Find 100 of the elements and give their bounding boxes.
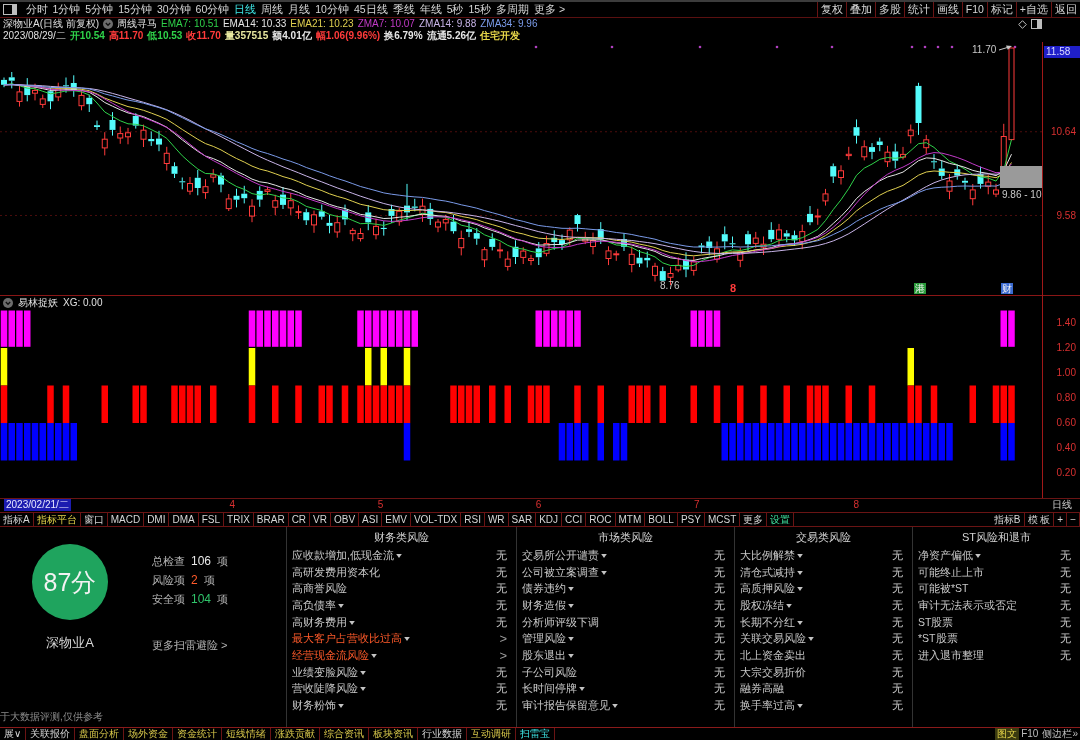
- formula-name[interactable]: 周线寻马: [117, 18, 158, 30]
- caret-icon[interactable]: [601, 553, 607, 558]
- indicator-tab[interactable]: 指标平台: [33, 513, 81, 526]
- risk-item[interactable]: 审计无法表示或否定: [918, 598, 1017, 612]
- bottom-tab[interactable]: 资金统计: [173, 728, 223, 740]
- more-link[interactable]: 更多扫雷避险 >: [152, 638, 228, 653]
- risk-item[interactable]: 高财务费用: [292, 615, 347, 629]
- period-tab[interactable]: 15分钟: [115, 2, 155, 17]
- bottom-tab[interactable]: 关联报价: [26, 728, 76, 740]
- bottom-tab[interactable]: 扫雷宝: [516, 728, 556, 740]
- period-tab[interactable]: 多周期: [493, 2, 532, 17]
- caret-icon[interactable]: [338, 603, 344, 608]
- caret-icon[interactable]: [612, 704, 618, 709]
- bottom-tab[interactable]: 展∨: [0, 728, 27, 740]
- risk-item[interactable]: 可能终止上市: [918, 565, 984, 579]
- bottom-tab[interactable]: 盘面分析: [75, 728, 125, 740]
- panel-icon[interactable]: [3, 4, 17, 15]
- risk-item[interactable]: 长时间停牌: [522, 682, 577, 696]
- bottom-tab[interactable]: 场外资金: [124, 728, 174, 740]
- panel-button[interactable]: F10: [1019, 728, 1041, 740]
- caret-icon[interactable]: [371, 653, 377, 658]
- risk-item[interactable]: 业绩变脸风险: [292, 665, 358, 679]
- caret-icon[interactable]: [797, 570, 803, 575]
- risk-item[interactable]: 高负债率: [292, 598, 336, 612]
- panel-button[interactable]: 模 板: [1024, 513, 1055, 526]
- panel-button[interactable]: 图文: [995, 728, 1020, 740]
- risk-item[interactable]: 股权冻结: [740, 598, 784, 612]
- caret-icon[interactable]: [568, 587, 574, 592]
- risk-item[interactable]: 经营现金流风险: [292, 648, 369, 662]
- indicator-tab[interactable]: 指标A: [0, 513, 34, 526]
- indicator-tab[interactable]: KDJ: [536, 513, 563, 526]
- risk-item[interactable]: 换手率过高: [740, 699, 795, 713]
- diamond-icon[interactable]: [1018, 19, 1027, 29]
- caret-icon[interactable]: [797, 704, 803, 709]
- caret-icon[interactable]: [360, 670, 366, 675]
- risk-item[interactable]: 可能被*ST: [918, 582, 969, 596]
- indicator-tab[interactable]: MTM: [615, 513, 646, 526]
- bottom-tab[interactable]: 综合资讯: [320, 728, 370, 740]
- caret-icon[interactable]: [395, 553, 402, 558]
- risk-item[interactable]: 关联交易风险: [740, 632, 806, 646]
- indicator-tab[interactable]: SAR: [508, 513, 537, 526]
- risk-item[interactable]: 股东退出: [522, 648, 566, 662]
- event-mark[interactable]: 财: [1001, 283, 1013, 294]
- caret-icon[interactable]: [808, 637, 814, 642]
- indicator-tab[interactable]: 窗口: [80, 513, 108, 526]
- toolbar-button[interactable]: 返回: [1051, 2, 1080, 17]
- caret-icon[interactable]: [338, 704, 344, 709]
- toolbar-button[interactable]: 画线: [932, 2, 962, 17]
- indicator-tab[interactable]: DMI: [144, 513, 170, 526]
- risk-item[interactable]: 最大客户占营收比过高: [292, 632, 402, 646]
- period-tab[interactable]: 年线: [417, 2, 445, 17]
- indicator-tab[interactable]: ROC: [586, 513, 616, 526]
- risk-item[interactable]: 高商誉风险: [292, 582, 347, 596]
- indicator-tab[interactable]: 设置: [767, 513, 795, 526]
- chevron-circle-icon[interactable]: [3, 297, 13, 308]
- indicator-tab[interactable]: EMV: [382, 513, 411, 526]
- caret-icon[interactable]: [601, 570, 607, 575]
- risk-item[interactable]: 管理风险: [522, 632, 566, 646]
- indicator-tab[interactable]: DMA: [169, 513, 199, 526]
- event-mark[interactable]: 8: [729, 283, 738, 294]
- indicator-tab[interactable]: RSI: [461, 513, 485, 526]
- panel-button[interactable]: 侧边栏»: [1040, 728, 1080, 740]
- panel-icon[interactable]: [1031, 19, 1042, 29]
- risk-item[interactable]: 进入退市整理: [918, 648, 984, 662]
- caret-icon[interactable]: [797, 587, 803, 592]
- caret-icon[interactable]: [404, 637, 410, 642]
- risk-item[interactable]: 子公司风险: [522, 665, 577, 679]
- risk-item[interactable]: *ST股票: [918, 632, 958, 646]
- risk-item[interactable]: 大比例解禁: [740, 548, 795, 562]
- risk-item[interactable]: 营收陡降风险: [292, 682, 358, 696]
- risk-item[interactable]: 财务粉饰: [292, 699, 336, 713]
- period-tab[interactable]: 30分钟: [154, 2, 194, 17]
- period-tab[interactable]: 日线: [231, 2, 259, 17]
- risk-item[interactable]: 清仓式减持: [740, 565, 795, 579]
- caret-icon[interactable]: [349, 620, 355, 625]
- indicator-title[interactable]: 易林捉妖: [18, 297, 58, 308]
- indicator-tab[interactable]: CCI: [562, 513, 587, 526]
- toolbar-button[interactable]: +自选: [1015, 2, 1051, 17]
- indicator-tab[interactable]: PSY: [677, 513, 705, 526]
- bottom-tab[interactable]: 板块资讯: [369, 728, 419, 740]
- caret-icon[interactable]: [975, 553, 981, 558]
- indicator-tab[interactable]: VR: [310, 513, 331, 526]
- risk-item[interactable]: 净资产偏低: [918, 548, 973, 562]
- panel-button[interactable]: −: [1067, 513, 1080, 526]
- toolbar-button[interactable]: 统计: [903, 2, 933, 17]
- period-tab[interactable]: 10分钟: [312, 2, 352, 17]
- indicator-tab[interactable]: WR: [484, 513, 509, 526]
- toolbar-button[interactable]: F10: [961, 2, 987, 17]
- bottom-tab[interactable]: 行业数据: [418, 728, 468, 740]
- toolbar-button[interactable]: 复权: [816, 2, 846, 17]
- indicator-tab[interactable]: 更多: [740, 513, 768, 526]
- indicator-tab[interactable]: VOL-TDX: [410, 513, 462, 526]
- risk-item[interactable]: 高研发费用资本化: [292, 565, 380, 579]
- caret-icon[interactable]: [797, 620, 803, 625]
- period-tab[interactable]: 周线: [258, 2, 286, 17]
- caret-icon[interactable]: [579, 687, 585, 692]
- caret-icon[interactable]: [568, 653, 574, 658]
- caret-icon[interactable]: [568, 637, 574, 642]
- bottom-tab[interactable]: 涨跌贡献: [271, 728, 321, 740]
- toolbar-button[interactable]: 多股: [874, 2, 904, 17]
